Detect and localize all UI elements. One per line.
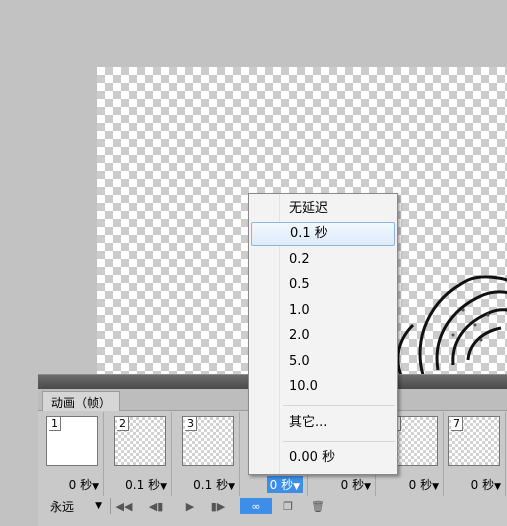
frame-delay[interactable]: 0.1 秒▼ bbox=[125, 476, 167, 493]
frame-delay-label: 0.1 秒 bbox=[125, 478, 161, 492]
prev-frame-icon: ◀▮ bbox=[148, 499, 164, 513]
menu-separator bbox=[283, 405, 395, 406]
frame-number: 2 bbox=[117, 417, 129, 431]
delete-frame-icon: 🗑 bbox=[311, 499, 325, 513]
frame-2[interactable]: 2 0.1 秒▼ bbox=[106, 412, 172, 496]
duplicate-frame-button[interactable]: ❐ bbox=[278, 498, 298, 514]
frame-delay[interactable]: 0.1 秒▼ bbox=[193, 476, 235, 493]
dropdown-arrow-icon: ▼ bbox=[494, 482, 501, 492]
animation-toolbar: 永远 ▼ ◀◀ ◀▮ ▶ ▮▶ ∞ ❐ 🗑 bbox=[38, 496, 507, 518]
frame-thumbnail[interactable]: 7 bbox=[448, 416, 500, 466]
menu-item-0-2[interactable]: 0.2 bbox=[251, 248, 395, 272]
frame-delay-menu: 无延迟 0.1 秒 0.2 0.5 1.0 2.0 5.0 10.0 其它...… bbox=[248, 193, 398, 475]
tween-icon: ∞ bbox=[251, 499, 261, 513]
menu-item-1-0[interactable]: 1.0 bbox=[251, 299, 395, 323]
dropdown-arrow-icon: ▼ bbox=[95, 501, 102, 511]
dropdown-arrow-icon: ▼ bbox=[160, 482, 167, 492]
next-frame-button[interactable]: ▮▶ bbox=[208, 498, 228, 514]
frame-number: 7 bbox=[451, 417, 463, 431]
menu-separator bbox=[283, 441, 395, 442]
play-button[interactable]: ▶ bbox=[180, 498, 200, 514]
frame-delay-label: 0 秒 bbox=[269, 478, 294, 492]
frame-number: 3 bbox=[185, 417, 197, 431]
frame-delay-label: 0 秒 bbox=[470, 478, 495, 492]
dropdown-arrow-icon: ▼ bbox=[364, 482, 371, 492]
frame-delay-label: 0 秒 bbox=[340, 478, 365, 492]
menu-item-other[interactable]: 其它... bbox=[251, 411, 395, 435]
dropdown-arrow-icon: ▼ bbox=[92, 482, 99, 492]
loop-value: 永远 bbox=[50, 499, 75, 514]
frame-1[interactable]: 1 0 秒▼ bbox=[38, 412, 104, 496]
menu-item-current-delay[interactable]: 0.00 秒 bbox=[251, 446, 395, 470]
frame-delay[interactable]: 0 秒▼ bbox=[471, 476, 501, 493]
menu-item-2-0[interactable]: 2.0 bbox=[251, 324, 395, 348]
dropdown-arrow-icon: ▼ bbox=[293, 482, 300, 492]
frame-delay-label: 0 秒 bbox=[408, 478, 433, 492]
play-icon: ▶ bbox=[185, 499, 195, 513]
tween-button[interactable]: ∞ bbox=[240, 498, 272, 514]
loop-options-select[interactable]: 永远 ▼ bbox=[46, 497, 106, 515]
frame-delay-label: 0 秒 bbox=[68, 478, 93, 492]
frame-number: 1 bbox=[49, 417, 61, 431]
menu-item-0-5[interactable]: 0.5 bbox=[251, 273, 395, 297]
dropdown-arrow-icon: ▼ bbox=[228, 482, 235, 492]
menu-item-no-delay[interactable]: 无延迟 bbox=[251, 197, 395, 221]
frame-3[interactable]: 3 0.1 秒▼ bbox=[174, 412, 240, 496]
frame-7[interactable]: 7 0 秒▼ bbox=[440, 412, 506, 496]
frame-delay[interactable]: 0 秒▼ bbox=[266, 476, 303, 493]
frame-delay[interactable]: 0 秒▼ bbox=[409, 476, 439, 493]
frame-delay[interactable]: 0 秒▼ bbox=[341, 476, 371, 493]
delete-frame-button[interactable]: 🗑 bbox=[308, 498, 328, 514]
frame-thumbnail[interactable]: 2 bbox=[114, 416, 166, 466]
prev-frame-button[interactable]: ◀▮ bbox=[146, 498, 166, 514]
frame-thumbnail[interactable]: 3 bbox=[182, 416, 234, 466]
frame-thumbnail[interactable]: 1 bbox=[46, 416, 98, 466]
frame-delay-label: 0.1 秒 bbox=[193, 478, 229, 492]
duplicate-frame-icon: ❐ bbox=[283, 499, 293, 513]
menu-item-10-0[interactable]: 10.0 bbox=[251, 375, 395, 399]
wing-drawing bbox=[396, 275, 507, 377]
tab-animation-frames[interactable]: 动画（帧） bbox=[42, 391, 121, 411]
toolbar-divider bbox=[110, 498, 111, 514]
dropdown-arrow-icon: ▼ bbox=[432, 482, 439, 492]
menu-item-5-0[interactable]: 5.0 bbox=[251, 350, 395, 374]
next-frame-icon: ▮▶ bbox=[210, 499, 226, 513]
frame-delay[interactable]: 0 秒▼ bbox=[69, 476, 99, 493]
menu-item-0-1[interactable]: 0.1 秒 bbox=[251, 222, 395, 246]
first-frame-icon: ◀◀ bbox=[115, 499, 133, 513]
first-frame-button[interactable]: ◀◀ bbox=[114, 498, 134, 514]
